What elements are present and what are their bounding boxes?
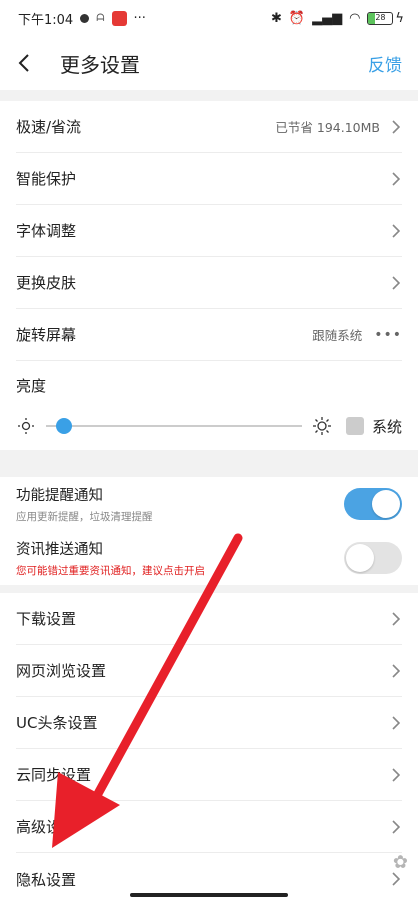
chevron-right-icon: [392, 611, 402, 626]
row-label: UC头条设置: [16, 714, 98, 732]
alarm-icon: ⏰: [288, 10, 306, 26]
row-browsing-settings[interactable]: 网页浏览设置: [16, 645, 402, 697]
battery-indicator: 28 ϟ: [367, 11, 404, 26]
chevron-right-icon: [392, 767, 402, 782]
row-label: 旋转屏幕: [16, 326, 77, 344]
row-label: 高级设置: [16, 818, 77, 836]
chevron-right-icon: [392, 715, 402, 730]
more-options-icon[interactable]: •••: [374, 327, 402, 343]
brightness-low-icon: [18, 418, 34, 434]
row-rotate-screen[interactable]: 旋转屏幕 跟随系统 •••: [16, 309, 402, 361]
system-brightness-label: 系统: [371, 417, 402, 436]
battery-level: 28: [375, 12, 386, 22]
feature-notification-toggle[interactable]: [344, 488, 402, 520]
row-headline-settings[interactable]: UC头条设置: [16, 697, 402, 749]
top-bar: 更多设置 反馈: [0, 36, 418, 90]
row-change-skin[interactable]: 更换皮肤: [16, 257, 402, 309]
saved-data-value: 已节省 194.10MB: [275, 120, 380, 135]
row-label: 极速/省流: [16, 118, 82, 136]
toggle-title: 资讯推送通知: [16, 542, 103, 558]
row-news-push-notification: 资讯推送通知 您可能错过重要资讯通知，建议点击开启: [16, 531, 402, 585]
red-app-icon: [111, 10, 127, 26]
row-label: 更换皮肤: [16, 274, 77, 292]
rotate-value: 跟随系统: [312, 328, 363, 343]
signal-icon: ▂▄▆: [312, 10, 343, 26]
chevron-right-icon: [392, 223, 402, 238]
app-notification-icon: ᗩ: [96, 12, 105, 24]
chevron-right-icon: [392, 819, 402, 834]
baidu-watermark-icon: ✿: [392, 852, 408, 873]
settings-group-general: 极速/省流 已节省 194.10MB 智能保护 字体调整 更换皮肤 旋转屏幕 跟…: [0, 101, 418, 450]
chevron-right-icon: [392, 171, 402, 186]
brightness-high-icon: [312, 417, 331, 435]
chevron-right-icon: [392, 872, 402, 886]
row-cloud-sync-settings[interactable]: 云同步设置: [16, 749, 402, 801]
row-label: 下载设置: [16, 610, 77, 628]
row-feature-notification: 功能提醒通知 应用更新提醒，垃圾清理提醒: [16, 477, 402, 531]
row-label: 隐私设置: [16, 870, 77, 889]
row-label: 网页浏览设置: [16, 662, 107, 680]
brightness-slider[interactable]: [46, 418, 302, 434]
record-icon: [80, 13, 90, 23]
row-font-size[interactable]: 字体调整: [16, 205, 402, 257]
status-time: 下午1:04: [18, 12, 74, 28]
settings-group-advanced: 下载设置 网页浏览设置 UC头条设置 云同步设置 高级设置 隐私设置: [0, 593, 418, 905]
row-label: 云同步设置: [16, 766, 92, 784]
charging-icon: ϟ: [395, 10, 404, 26]
system-brightness-checkbox[interactable]: [345, 417, 364, 435]
page-title: 更多设置: [60, 52, 140, 77]
row-privacy-settings[interactable]: 隐私设置: [16, 853, 402, 905]
toggle-subtitle: 应用更新提醒，垃圾清理提醒: [16, 511, 153, 523]
row-advanced-settings[interactable]: 高级设置: [16, 801, 402, 853]
brightness-label: 亮度: [16, 377, 47, 395]
chevron-right-icon: [392, 275, 402, 290]
more-notifications-icon: ···: [133, 10, 146, 26]
settings-group-notifications: 功能提醒通知 应用更新提醒，垃圾清理提醒 资讯推送通知 您可能错过重要资讯通知，…: [0, 477, 418, 585]
brightness-slider-thumb[interactable]: [55, 418, 72, 434]
row-smart-protection[interactable]: 智能保护: [16, 153, 402, 205]
toggle-warning: 您可能错过重要资讯通知，建议点击开启: [16, 565, 205, 577]
row-download-settings[interactable]: 下载设置: [16, 593, 402, 645]
chevron-right-icon: [392, 119, 402, 134]
wifi-icon: ◠: [349, 10, 361, 26]
row-label: 字体调整: [16, 222, 77, 240]
status-bar: 下午1:04 ᗩ ··· ✱ ⏰ ▂▄▆ ◠ 28 ϟ: [0, 0, 418, 36]
bluetooth-icon: ✱: [270, 10, 282, 26]
home-indicator[interactable]: [130, 893, 288, 897]
feedback-button[interactable]: 反馈: [368, 51, 402, 76]
brightness-section: 亮度 系统: [16, 361, 402, 450]
toggle-title: 功能提醒通知: [16, 488, 103, 504]
back-arrow-icon[interactable]: [18, 52, 40, 74]
chevron-right-icon: [392, 663, 402, 678]
row-label: 智能保护: [16, 170, 77, 188]
row-speed-saving[interactable]: 极速/省流 已节省 194.10MB: [16, 101, 402, 153]
news-push-toggle[interactable]: [344, 542, 402, 574]
